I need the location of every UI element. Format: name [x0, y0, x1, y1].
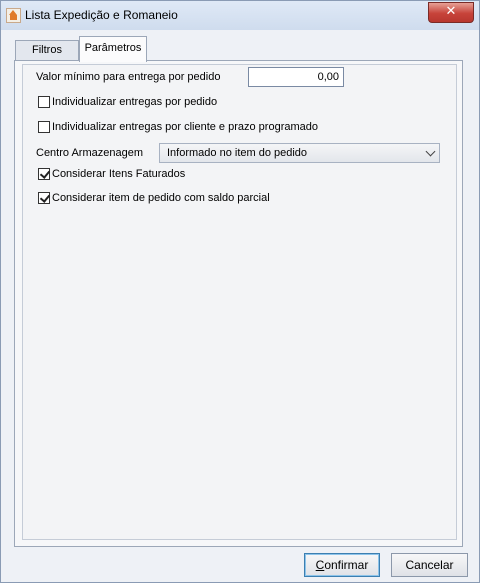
close-button[interactable]: ✕ — [428, 2, 474, 23]
individualizar-pedido-label: Individualizar entregas por pedido — [52, 96, 218, 108]
valor-minimo-input[interactable]: 0,00 — [248, 67, 344, 87]
centro-armazenagem-select[interactable]: Informado no item do pedido — [159, 143, 440, 163]
considerar-saldo-parcial-label: Considerar item de pedido com saldo parc… — [52, 192, 270, 204]
parametros-group — [22, 64, 457, 540]
tab-filtros[interactable]: Filtros — [15, 40, 79, 61]
app-home-icon — [6, 8, 21, 23]
centro-armazenagem-value: Informado no item do pedido — [167, 147, 308, 159]
cancelar-button[interactable]: Cancelar — [391, 553, 468, 577]
title-bar[interactable]: Lista Expedição e Romaneio ✕ — [1, 1, 479, 30]
centro-armazenagem-label: Centro Armazenagem — [36, 147, 143, 159]
considerar-itens-faturados-label: Considerar Itens Faturados — [52, 168, 186, 180]
window-title: Lista Expedição e Romaneio — [25, 8, 178, 22]
confirmar-label: onfirmar — [324, 558, 369, 572]
confirmar-button[interactable]: Confirmar — [304, 553, 380, 577]
chevron-down-icon — [425, 146, 436, 157]
considerar-saldo-parcial-checkbox[interactable] — [38, 192, 50, 204]
considerar-itens-faturados-checkbox[interactable] — [38, 168, 50, 180]
individualizar-cliente-checkbox[interactable] — [38, 121, 50, 133]
individualizar-cliente-label: Individualizar entregas por cliente e pr… — [52, 121, 318, 133]
individualizar-pedido-checkbox[interactable] — [38, 96, 50, 108]
valor-minimo-label: Valor mínimo para entrega por pedido — [36, 71, 221, 83]
tab-parametros[interactable]: Parâmetros — [79, 36, 147, 62]
